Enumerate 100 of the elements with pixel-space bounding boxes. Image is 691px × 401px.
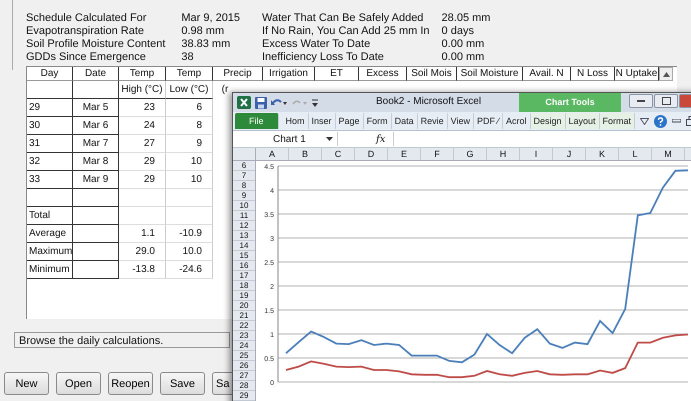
column-header[interactable]: Excess xyxy=(359,67,407,81)
ribbon-tab[interactable]: Design xyxy=(530,113,566,129)
dialog-button[interactable]: Sa xyxy=(212,372,232,395)
table-cell xyxy=(73,225,119,243)
column-header[interactable]: Day xyxy=(27,67,73,81)
ribbon-tab[interactable]: Data xyxy=(392,113,418,129)
row-header[interactable]: 14 xyxy=(233,241,255,251)
ribbon-tab[interactable]: Hom xyxy=(282,113,309,129)
table-cell: 29.0 xyxy=(119,243,166,261)
ribbon-tab[interactable]: Page xyxy=(336,113,364,129)
table-cell xyxy=(73,207,119,225)
table-cell xyxy=(73,261,119,279)
row-header[interactable]: 9 xyxy=(233,191,255,201)
column-header[interactable]: B xyxy=(289,148,322,160)
column-header[interactable]: D xyxy=(355,148,388,160)
column-header[interactable]: E xyxy=(388,148,421,160)
ribbon-tab[interactable]: PDF ⁄ xyxy=(474,113,503,129)
dialog-button[interactable]: Reopen xyxy=(108,372,153,395)
help-icon[interactable] xyxy=(654,114,668,128)
column-header[interactable]: Date xyxy=(73,67,119,81)
expand-ribbon-icon[interactable] xyxy=(640,118,650,124)
row-header[interactable]: 6 xyxy=(233,161,255,171)
row-header[interactable]: 23 xyxy=(233,331,255,341)
row-header[interactable]: 10 xyxy=(233,201,255,211)
row-header[interactable]: 16 xyxy=(233,261,255,271)
column-header[interactable]: I xyxy=(520,148,553,160)
row-header[interactable]: 20 xyxy=(233,301,255,311)
ribbon-tab[interactable]: Inser xyxy=(308,113,336,129)
scroll-up-button[interactable] xyxy=(659,67,673,81)
customize-toolbar-icon[interactable] xyxy=(311,98,319,108)
maximize-button[interactable] xyxy=(654,94,678,108)
column-header[interactable]: Temp xyxy=(166,67,213,81)
table-cell: Mar 8 xyxy=(73,153,119,171)
row-header[interactable]: 24 xyxy=(233,341,255,351)
column-header[interactable]: Temp xyxy=(119,67,166,81)
ribbon-tab[interactable]: Form xyxy=(364,113,392,129)
row-header[interactable]: 17 xyxy=(233,271,255,281)
row-header[interactable]: 28 xyxy=(233,381,255,391)
dialog-button[interactable]: Open xyxy=(56,372,101,395)
spreadsheet-app-icon[interactable] xyxy=(237,96,251,109)
row-header[interactable]: 29 xyxy=(233,391,255,401)
column-header[interactable]: F xyxy=(421,148,454,160)
name-box[interactable]: Chart 1 xyxy=(233,132,338,146)
insert-function-button[interactable]: fx xyxy=(368,134,394,144)
column-header[interactable]: H xyxy=(487,148,520,160)
context-tab-group: Chart Tools xyxy=(519,93,621,112)
row-header[interactable]: 19 xyxy=(233,291,255,301)
row-header[interactable]: 7 xyxy=(233,171,255,181)
undo-icon[interactable] xyxy=(271,98,287,108)
row-header[interactable]: 12 xyxy=(233,221,255,231)
row-header[interactable]: 11 xyxy=(233,211,255,221)
row-header[interactable]: 25 xyxy=(233,351,255,361)
column-header[interactable]: Irrigation xyxy=(263,67,315,81)
summary-label: Soil Profile Moisture Content xyxy=(26,38,166,50)
minimize-icon[interactable] xyxy=(672,119,682,123)
table-cell xyxy=(27,189,73,207)
row-header[interactable]: 13 xyxy=(233,231,255,241)
column-header[interactable]: N Loss xyxy=(571,67,615,81)
ribbon-tab[interactable]: Revie xyxy=(418,113,448,129)
summary-label: Water That Can Be Safely Added xyxy=(262,12,424,24)
column-header[interactable]: Soil Moisture xyxy=(457,67,523,81)
column-header[interactable]: J xyxy=(553,148,586,160)
ribbon-tab[interactable]: File xyxy=(235,113,279,129)
column-header[interactable]: L xyxy=(619,148,652,160)
row-label: Average xyxy=(27,225,73,243)
table-cell: 9 xyxy=(166,135,213,153)
dialog-button[interactable]: Save xyxy=(160,372,205,395)
column-header[interactable]: Precip xyxy=(213,67,263,81)
column-header[interactable]: G xyxy=(454,148,487,160)
column-subheader: High (°C) xyxy=(119,81,166,99)
column-header[interactable]: A xyxy=(256,148,289,160)
row-header[interactable]: 26 xyxy=(233,361,255,371)
table-cell: Mar 6 xyxy=(73,117,119,135)
row-header[interactable]: 21 xyxy=(233,311,255,321)
table-cell: 8 xyxy=(166,117,213,135)
minimize-button[interactable] xyxy=(629,94,653,108)
row-header[interactable]: 22 xyxy=(233,321,255,331)
save-icon[interactable] xyxy=(255,96,267,108)
table-cell: 1.1 xyxy=(119,225,166,243)
table-cell: 29 xyxy=(119,153,166,171)
window-title: Book2 - Microsoft Excel xyxy=(376,96,482,107)
ribbon-tab[interactable]: View xyxy=(448,113,474,129)
table-cell: -24.6 xyxy=(166,261,213,279)
column-header[interactable]: M xyxy=(652,148,685,160)
column-header[interactable]: Soil Mois xyxy=(407,67,457,81)
row-header[interactable]: 27 xyxy=(233,371,255,381)
row-label: Maximum xyxy=(27,243,73,261)
dialog-button[interactable]: New xyxy=(4,372,49,395)
column-header[interactable]: Avail. N xyxy=(523,67,571,81)
column-header[interactable]: C xyxy=(322,148,355,160)
row-header[interactable]: 18 xyxy=(233,281,255,291)
ribbon-tab[interactable]: Layout xyxy=(566,113,600,129)
table-cell: 24 xyxy=(119,117,166,135)
row-header[interactable]: 15 xyxy=(233,251,255,261)
column-header[interactable]: K xyxy=(586,148,619,160)
row-header[interactable]: 8 xyxy=(233,181,255,191)
ribbon-tab[interactable]: Format xyxy=(600,113,636,129)
table-cell: 6 xyxy=(166,99,213,117)
column-header[interactable]: ET xyxy=(315,67,359,81)
table-cell: Mar 7 xyxy=(73,135,119,153)
